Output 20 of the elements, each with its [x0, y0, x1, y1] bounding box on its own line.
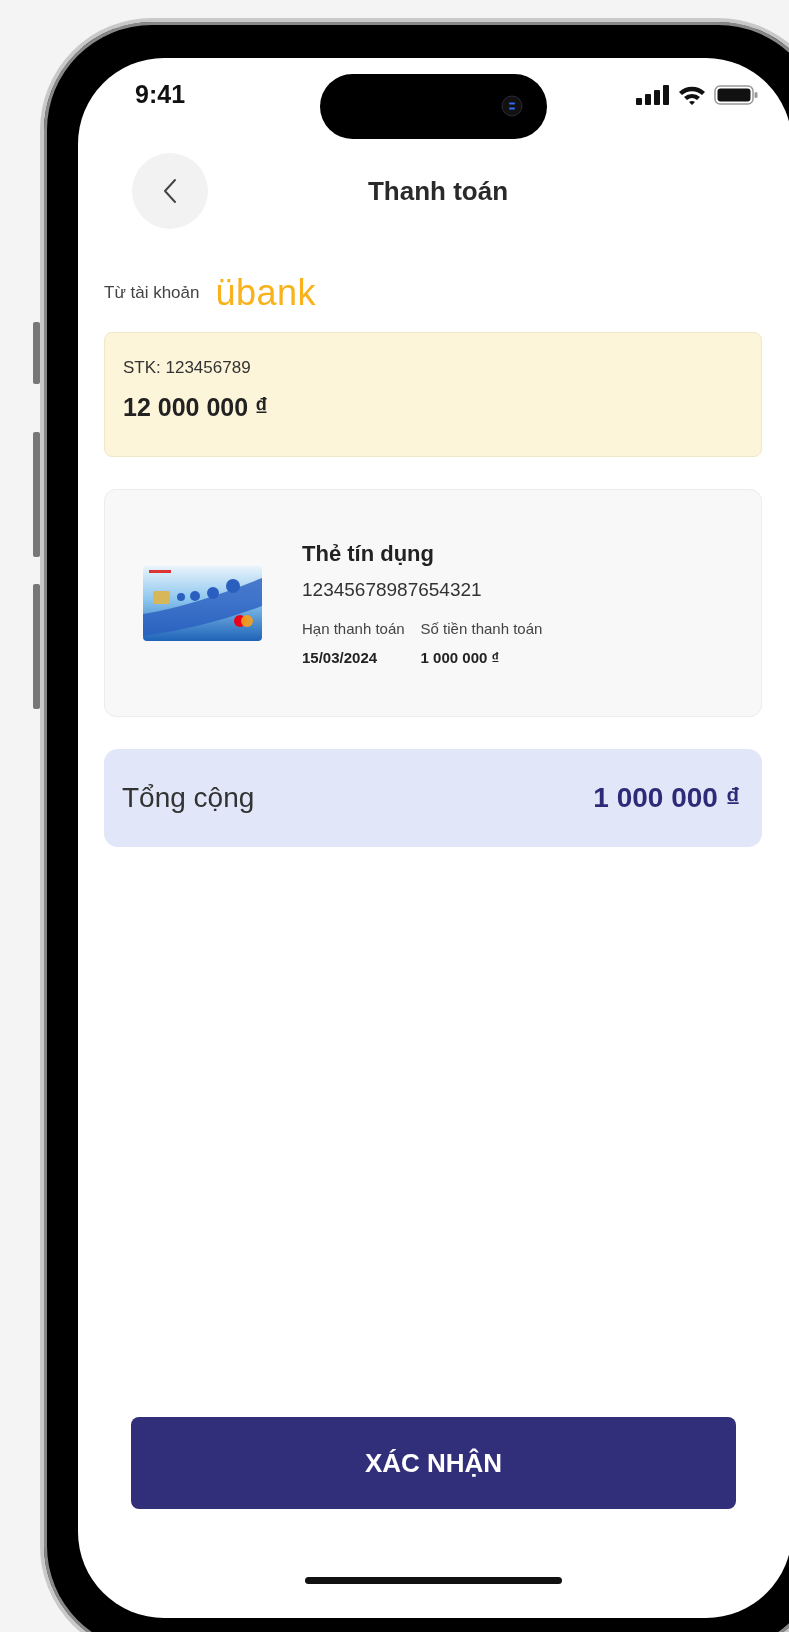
total-amount: 1 000 000 ₫ — [593, 781, 740, 815]
account-balance: 12 000 000 ₫ — [123, 391, 269, 423]
signal-icon — [636, 85, 670, 105]
source-label: Từ tài khoản — [104, 282, 200, 305]
bill-title: Thẻ tín dụng — [302, 539, 435, 568]
wifi-icon — [678, 85, 706, 105]
account-number: STK: 123456789 — [123, 357, 252, 379]
field-value: 15/03/2024 — [302, 647, 379, 668]
battery-icon — [714, 85, 758, 105]
camera-icon — [501, 95, 523, 117]
status-time: 9:41 — [135, 79, 186, 111]
confirm-button[interactable]: XÁC NHẬN — [131, 1417, 736, 1509]
page-title: Thanh toán — [367, 174, 509, 208]
back-icon — [162, 178, 178, 204]
bank-logo: übank — [215, 275, 317, 311]
field-label: Hạn thanh toán — [302, 619, 405, 640]
field-label: Số tiền thanh toán — [420, 619, 543, 640]
field-value: 1 000 000 ₫ — [420, 647, 501, 668]
card-number: 12345678987654321 — [302, 577, 483, 602]
total-label: Tổng cộng — [122, 781, 255, 815]
